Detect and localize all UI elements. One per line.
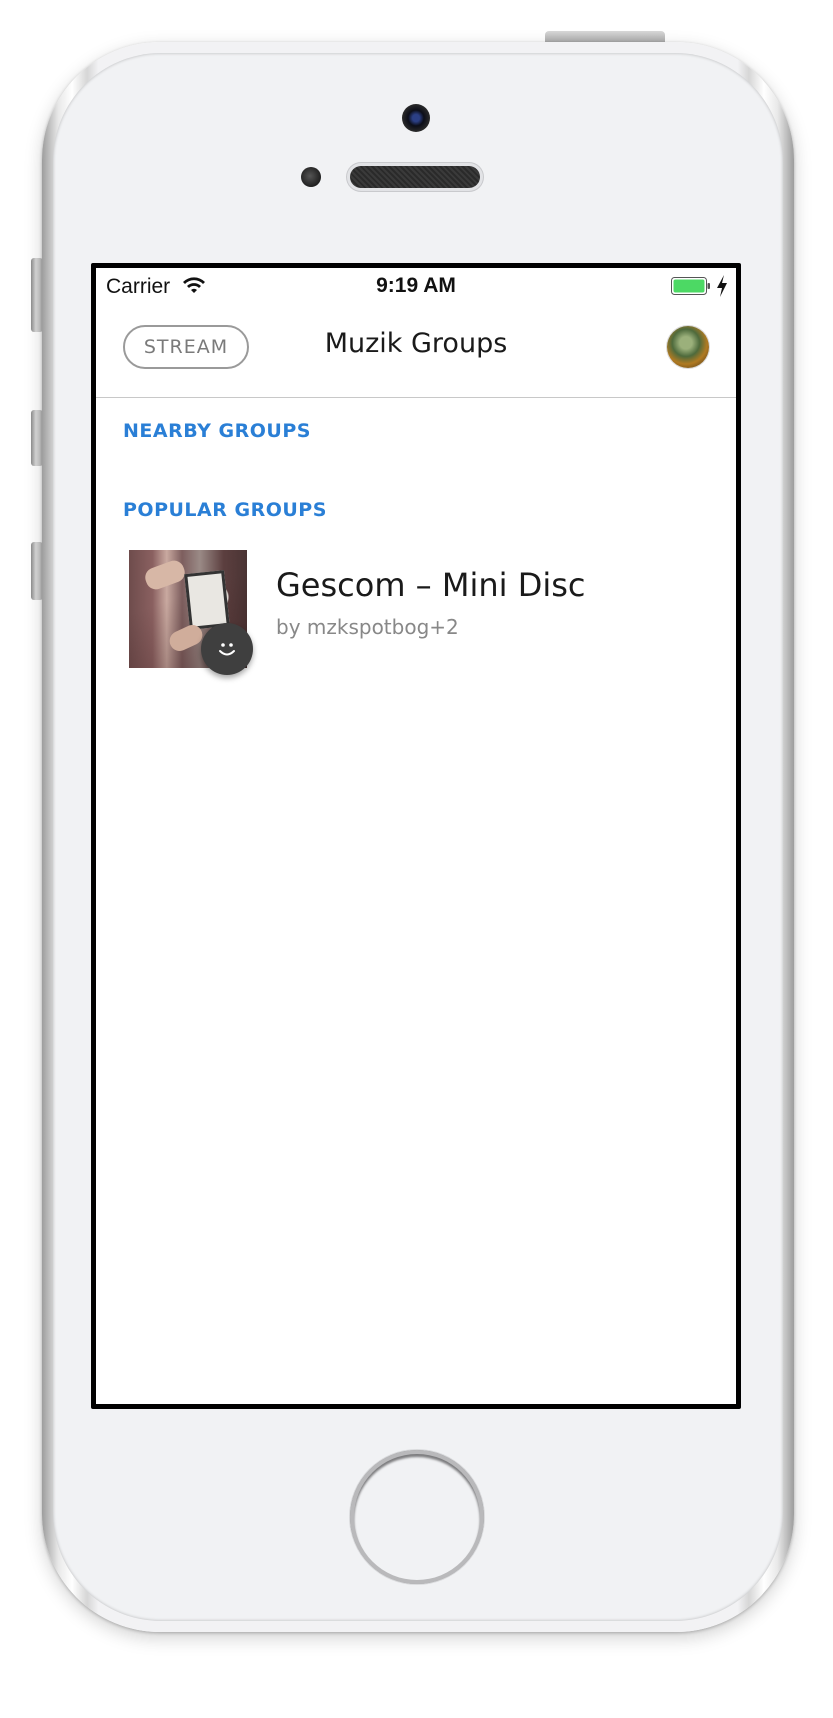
nav-bar: STREAM Muzik Groups xyxy=(96,308,736,398)
user-avatar[interactable] xyxy=(667,326,709,368)
app-screen: Carrier 9:19 AM STREAM Muzik Groups NEAR… xyxy=(96,268,736,1404)
front-camera-icon xyxy=(402,104,430,132)
popular-groups-header: POPULAR GROUPS xyxy=(123,499,327,521)
smiley-icon[interactable] xyxy=(201,623,253,675)
status-time: 9:19 AM xyxy=(376,274,456,297)
earpiece-speaker-icon xyxy=(350,166,480,188)
nearby-groups-header: NEARBY GROUPS xyxy=(123,420,311,442)
status-bar: Carrier 9:19 AM xyxy=(96,268,736,308)
cover-art-detail xyxy=(184,570,230,630)
list-item[interactable]: Gescom – Mini Disc by mzkspotbog+2 xyxy=(96,540,736,675)
battery-icon xyxy=(671,277,710,295)
charging-bolt-icon xyxy=(717,275,727,297)
group-subtitle: by mzkspotbog+2 xyxy=(276,615,459,639)
proximity-sensor-icon xyxy=(301,167,321,187)
page-title: Muzik Groups xyxy=(324,328,508,359)
group-title: Gescom – Mini Disc xyxy=(276,566,586,604)
home-button[interactable] xyxy=(350,1450,484,1584)
cover-art-detail xyxy=(142,557,188,593)
